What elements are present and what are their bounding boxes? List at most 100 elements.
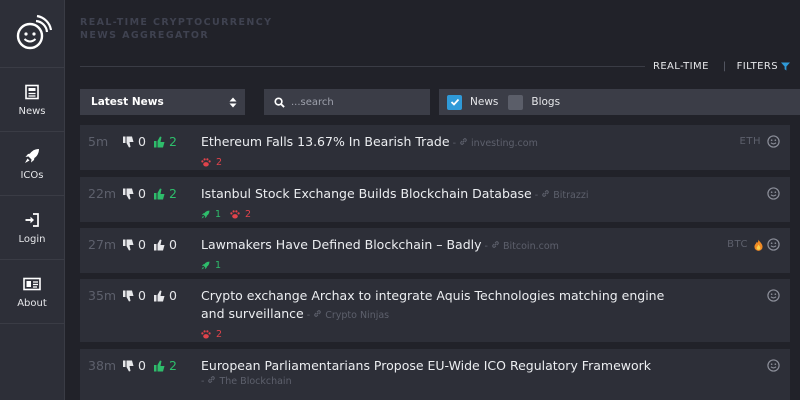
rocket-icon [201,261,210,270]
rocket-icon [23,147,41,165]
news-row[interactable]: 38m 0 2 European Parliamentarians Propos… [80,349,790,400]
dislike-button[interactable]: 0 [123,288,146,303]
filters-button[interactable]: FILTERS [737,61,790,72]
thumbs-down-icon [123,239,134,250]
tag-count: 2 [216,157,223,168]
news-title[interactable]: European Parliamentarians Propose EU-Wid… [201,358,651,373]
news-source-name: Crypto Ninjas [325,310,390,321]
news-meta [767,289,780,302]
dislike-count: 0 [138,358,146,373]
thumbs-up-icon [153,136,165,147]
paw-icon [201,330,211,339]
news-meta [767,187,780,200]
smiley-wifi-icon [16,14,52,49]
news-meta: BTC [727,238,780,251]
dislike-button[interactable]: 0 [123,358,146,373]
login-icon [23,211,41,229]
app-title: REAL-TIME CRYPTOCURRENCY NEWS AGGREGATOR [80,16,272,42]
blogs-checkbox-label[interactable]: Blogs [531,96,560,108]
thumbs-up-icon [153,290,165,301]
paw-icon [230,210,240,219]
thumbs-down-icon [123,188,134,199]
like-button[interactable]: 2 [153,186,177,201]
news-age: 22m [88,186,117,201]
news-source[interactable]: - The Blockchain [201,375,691,387]
thumbs-up-icon [153,239,165,250]
sidebar-item-label: About [17,297,47,309]
news-content: Istanbul Stock Exchange Builds Blockchai… [201,185,691,220]
news-row[interactable]: 22m 0 2 Istanbul Stock Exchange Builds B… [80,177,790,222]
news-row[interactable]: 27m 0 0 Lawmakers Have Defined Blockchai… [80,228,790,273]
dislike-button[interactable]: 0 [123,186,146,201]
vote-group: 0 2 [123,358,185,373]
sort-select-value: Latest News [91,96,164,108]
logo[interactable] [0,0,64,68]
thumbs-up-icon [153,188,165,199]
smiley-icon[interactable] [767,135,780,148]
link-icon [492,241,499,248]
coin-symbol[interactable]: BTC [727,239,748,250]
sentiment-tags: 1 2 [201,209,691,220]
news-content: Lawmakers Have Defined Blockchain – Badl… [201,236,691,271]
sidebar-item-label: Login [18,233,46,245]
paw-icon [201,158,211,167]
news-meta: ETH [740,135,780,148]
sidebar-item-login[interactable]: Login [0,196,64,260]
sidebar: News ICOs Login About [0,0,65,400]
news-row[interactable]: 5m 0 2 Ethereum Falls 13.67% In Bearish … [80,125,790,170]
coin-symbol[interactable]: ETH [740,136,761,147]
news-title[interactable]: Crypto exchange Archax to integrate Aqui… [201,288,664,321]
smiley-icon[interactable] [767,238,780,251]
bullish-tag[interactable]: 1 [201,260,221,271]
sidebar-item-news[interactable]: News [0,68,64,132]
rocket-icon [201,210,210,219]
news-source[interactable]: - investing.com [453,138,538,149]
sidebar-item-label: ICOs [20,169,44,181]
news-source-name: investing.com [471,138,538,149]
sidebar-item-label: News [18,105,46,117]
dislike-button[interactable]: 0 [123,134,146,149]
header-nav: REAL-TIME | FILTERS [644,56,800,76]
smiley-icon[interactable] [767,359,780,372]
like-button[interactable]: 0 [153,288,177,303]
vote-group: 0 0 [123,237,185,252]
smiley-icon[interactable] [767,289,780,302]
bearish-tag[interactable]: 2 [201,329,222,340]
search-input[interactable] [291,96,421,108]
like-button[interactable]: 0 [153,237,177,252]
tag-count: 2 [245,209,252,220]
news-content: Ethereum Falls 13.67% In Bearish Trade - … [201,133,691,168]
sidebar-item-icos[interactable]: ICOs [0,132,64,196]
sidebar-item-about[interactable]: About [0,260,64,324]
news-checkbox[interactable] [447,94,462,110]
dislike-button[interactable]: 0 [123,237,146,252]
news-title[interactable]: Istanbul Stock Exchange Builds Blockchai… [201,186,532,201]
news-title[interactable]: Ethereum Falls 13.67% In Bearish Trade [201,134,450,149]
news-title[interactable]: Lawmakers Have Defined Blockchain – Badl… [201,237,482,252]
blogs-checkbox[interactable] [508,94,524,110]
app-title-line: NEWS AGGREGATOR [80,30,210,41]
news-source[interactable]: - Crypto Ninjas [307,310,389,321]
smiley-icon[interactable] [767,187,780,200]
check-icon [450,98,459,106]
link-icon [208,376,216,383]
link-icon [542,190,549,197]
sort-select[interactable]: Latest News [80,89,245,115]
tag-count: 1 [215,260,222,271]
realtime-link[interactable]: REAL-TIME [653,61,709,72]
bearish-tag[interactable]: 2 [201,157,222,168]
news-source[interactable]: - Bitrazzi [535,190,589,201]
sort-arrows-icon [229,97,237,107]
news-row[interactable]: 35m 0 0 Crypto exchange Archax to integr… [80,279,790,342]
sentiment-tags: 1 [201,260,691,271]
news-age: 35m [88,288,117,303]
bullish-tag[interactable]: 1 [201,209,221,220]
like-button[interactable]: 2 [153,358,177,373]
news-source-name: The Blockchain [219,376,292,387]
dislike-count: 0 [138,186,146,201]
bearish-tag[interactable]: 2 [230,209,251,220]
like-button[interactable]: 2 [153,134,177,149]
news-source-name: Bitrazzi [553,190,589,201]
news-checkbox-label[interactable]: News [470,96,498,108]
news-source[interactable]: - Bitcoin.com [485,241,559,252]
